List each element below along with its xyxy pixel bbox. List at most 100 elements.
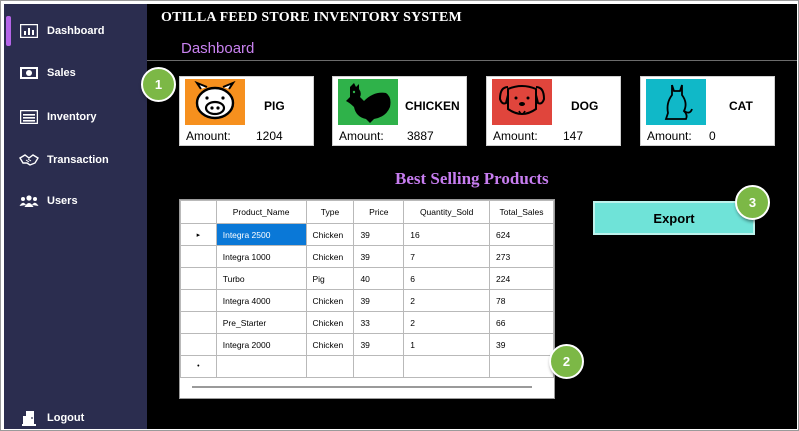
table-cell[interactable]: 16 — [403, 223, 491, 246]
table-cell[interactable]: 6 — [403, 267, 491, 290]
column-header[interactable]: Type — [305, 200, 355, 224]
column-header[interactable]: Product_Name — [215, 200, 307, 224]
table-header-row: Product_Name Type Price Quantity_Sold To… — [180, 200, 554, 224]
app-title: OTILLA FEED STORE INVENTORY SYSTEM — [161, 10, 462, 25]
card-pig: PIG Amount: 1204 — [179, 76, 314, 146]
table-cell[interactable]: 273 — [489, 245, 554, 268]
main-panel: OTILLA FEED STORE INVENTORY SYSTEM Dashb… — [147, 4, 797, 429]
column-header[interactable]: Total_Sales — [489, 200, 554, 224]
door-icon — [19, 411, 39, 426]
column-header[interactable]: Quantity_Sold — [403, 200, 491, 224]
cat-icon — [646, 79, 706, 125]
table-row[interactable]: Integra 1000 Chicken 39 7 273 — [180, 245, 554, 268]
table-cell[interactable]: Integra 1000 — [215, 245, 307, 268]
table-cell[interactable]: 39 — [489, 333, 554, 356]
table-row[interactable]: Integra 4000 Chicken 39 2 78 — [180, 289, 554, 312]
row-selector[interactable] — [180, 289, 217, 312]
logout-button[interactable]: Logout — [4, 401, 147, 431]
annotation-badge: 2 — [549, 344, 584, 379]
sidebar-item-transaction[interactable]: Transaction — [4, 143, 147, 177]
table-cell[interactable]: Pig — [305, 267, 355, 290]
table-cell[interactable]: 78 — [489, 289, 554, 312]
best-selling-table[interactable]: Product_Name Type Price Quantity_Sold To… — [179, 199, 555, 399]
table-cell[interactable]: 39 — [353, 289, 405, 312]
card-name: CHICKEN — [405, 99, 460, 113]
card-dog: DOG Amount: 147 — [486, 76, 621, 146]
card-chicken: CHICKEN Amount: 3887 — [332, 76, 467, 146]
table-cell[interactable]: Chicken — [305, 311, 355, 334]
sidebar-item-users[interactable]: Users — [4, 184, 147, 218]
handshake-icon — [19, 153, 39, 167]
title-divider — [147, 60, 797, 61]
table-cell[interactable]: Integra 2000 — [215, 333, 307, 356]
row-header-corner — [180, 200, 217, 224]
page-title: Dashboard — [181, 40, 255, 57]
row-selector[interactable] — [180, 333, 217, 356]
app-window: Dashboard Sales Inventory Transaction Us… — [0, 0, 799, 431]
amount-value: 0 — [709, 129, 716, 143]
table-cell[interactable]: 33 — [353, 311, 405, 334]
chicken-icon — [338, 79, 398, 125]
table-cell[interactable] — [489, 355, 554, 378]
sidebar-item-sales[interactable]: Sales — [4, 56, 147, 90]
annotation-badge: 3 — [735, 185, 770, 220]
export-button[interactable]: Export — [593, 201, 755, 235]
table-row[interactable]: Turbo Pig 40 6 224 — [180, 267, 554, 290]
row-selector[interactable]: ▸ — [180, 223, 217, 246]
amount-value: 1204 — [256, 129, 283, 143]
new-row-marker[interactable]: • — [180, 355, 217, 378]
table-cell[interactable]: 66 — [489, 311, 554, 334]
column-header[interactable]: Price — [353, 200, 405, 224]
table-cell[interactable]: Turbo — [215, 267, 307, 290]
table-cell[interactable]: Chicken — [305, 289, 355, 312]
table-cell[interactable] — [305, 355, 355, 378]
table-cell[interactable]: 39 — [353, 223, 405, 246]
new-row[interactable]: • — [180, 355, 554, 378]
amount-value: 3887 — [407, 129, 434, 143]
amount-label: Amount: — [339, 129, 384, 143]
card-cat: CAT Amount: 0 — [640, 76, 775, 146]
table-row[interactable]: Integra 2000 Chicken 39 1 39 — [180, 333, 554, 356]
annotation-badge: 1 — [141, 67, 176, 102]
table-cell[interactable]: Chicken — [305, 223, 355, 246]
table-cell[interactable]: 1 — [403, 333, 491, 356]
sidebar-item-label: Inventory — [47, 111, 97, 123]
pig-icon — [185, 79, 245, 125]
row-selector[interactable] — [180, 311, 217, 334]
table-cell[interactable]: 40 — [353, 267, 405, 290]
table-cell[interactable]: 39 — [353, 245, 405, 268]
amount-label: Amount: — [647, 129, 692, 143]
table-cell[interactable]: Pre_Starter — [215, 311, 307, 334]
table-cell[interactable]: 2 — [403, 289, 491, 312]
table-cell[interactable]: Integra 4000 — [215, 289, 307, 312]
row-selector[interactable] — [180, 245, 217, 268]
table-cell[interactable] — [353, 355, 405, 378]
table-cell[interactable]: Chicken — [305, 333, 355, 356]
sidebar-item-inventory[interactable]: Inventory — [4, 100, 147, 134]
sidebar-item-label: Dashboard — [47, 25, 105, 37]
table-cell[interactable]: 224 — [489, 267, 554, 290]
table-cell[interactable]: Chicken — [305, 245, 355, 268]
horizontal-scrollbar[interactable] — [192, 386, 532, 388]
table-row[interactable]: ▸ Integra 2500 Chicken 39 16 624 — [180, 223, 554, 246]
table-cell[interactable] — [215, 355, 307, 378]
dog-icon — [492, 79, 552, 125]
amount-label: Amount: — [493, 129, 538, 143]
inventory-box-icon — [19, 110, 39, 124]
table-row[interactable]: Pre_Starter Chicken 33 2 66 — [180, 311, 554, 334]
money-icon — [19, 66, 39, 80]
table-cell[interactable]: 2 — [403, 311, 491, 334]
sidebar: Dashboard Sales Inventory Transaction Us… — [4, 4, 147, 429]
row-selector[interactable] — [180, 267, 217, 290]
best-selling-title: Best Selling Products — [395, 169, 549, 188]
sidebar-item-label: Sales — [47, 67, 76, 79]
table-cell[interactable] — [403, 355, 491, 378]
table-cell[interactable]: 7 — [403, 245, 491, 268]
amount-label: Amount: — [186, 129, 231, 143]
table-cell[interactable]: Integra 2500 — [215, 223, 307, 246]
sidebar-item-dashboard[interactable]: Dashboard — [4, 14, 147, 48]
table-cell[interactable]: 39 — [353, 333, 405, 356]
amount-value: 147 — [563, 129, 584, 143]
table-cell[interactable]: 624 — [489, 223, 554, 246]
bar-chart-icon — [19, 24, 39, 38]
